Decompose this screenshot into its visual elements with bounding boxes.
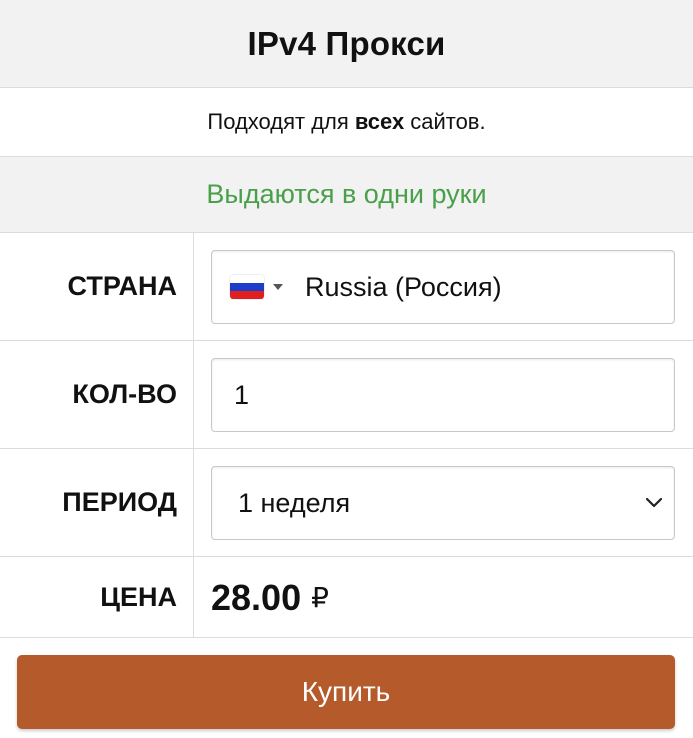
subtitle: Подходят для всех сайтов.	[0, 88, 693, 157]
country-row: СТРАНА Russia (Россия)	[0, 233, 693, 341]
page-title: IPv4 Прокси	[247, 24, 446, 62]
country-label: СТРАНА	[0, 233, 194, 340]
quantity-field[interactable]	[211, 358, 675, 432]
buy-button[interactable]: Купить	[17, 655, 675, 729]
country-select[interactable]: Russia (Россия)	[211, 250, 675, 324]
price-display: 28.00 ₽	[211, 557, 329, 638]
quantity-label: КОЛ-ВО	[0, 341, 194, 448]
notice-banner: Выдаются в одни руки	[0, 157, 693, 233]
currency-symbol: ₽	[311, 582, 329, 613]
caret-down-icon[interactable]	[273, 284, 283, 290]
country-value: Russia (Россия)	[305, 271, 502, 302]
subtitle-bold: всех	[354, 109, 405, 134]
chevron-down-icon[interactable]	[644, 493, 664, 513]
proxy-order-card: IPv4 Прокси Подходят для всех сайтов. Вы…	[0, 0, 693, 738]
quantity-row: КОЛ-ВО	[0, 341, 693, 449]
price-amount: 28.00	[211, 576, 302, 618]
header: IPv4 Прокси	[0, 0, 693, 88]
subtitle-before: Подходят для	[207, 109, 349, 134]
quantity-input[interactable]	[234, 379, 674, 411]
period-value: 1 неделя	[238, 487, 351, 518]
russia-flag-icon[interactable]	[230, 275, 264, 299]
subtitle-after: сайтов.	[410, 109, 486, 134]
period-label: ПЕРИОД	[0, 449, 194, 556]
price-label: ЦЕНА	[0, 557, 194, 637]
price-row: ЦЕНА 28.00 ₽	[0, 557, 693, 638]
period-row: ПЕРИОД 1 неделя	[0, 449, 693, 557]
period-select[interactable]: 1 неделя	[211, 466, 675, 540]
